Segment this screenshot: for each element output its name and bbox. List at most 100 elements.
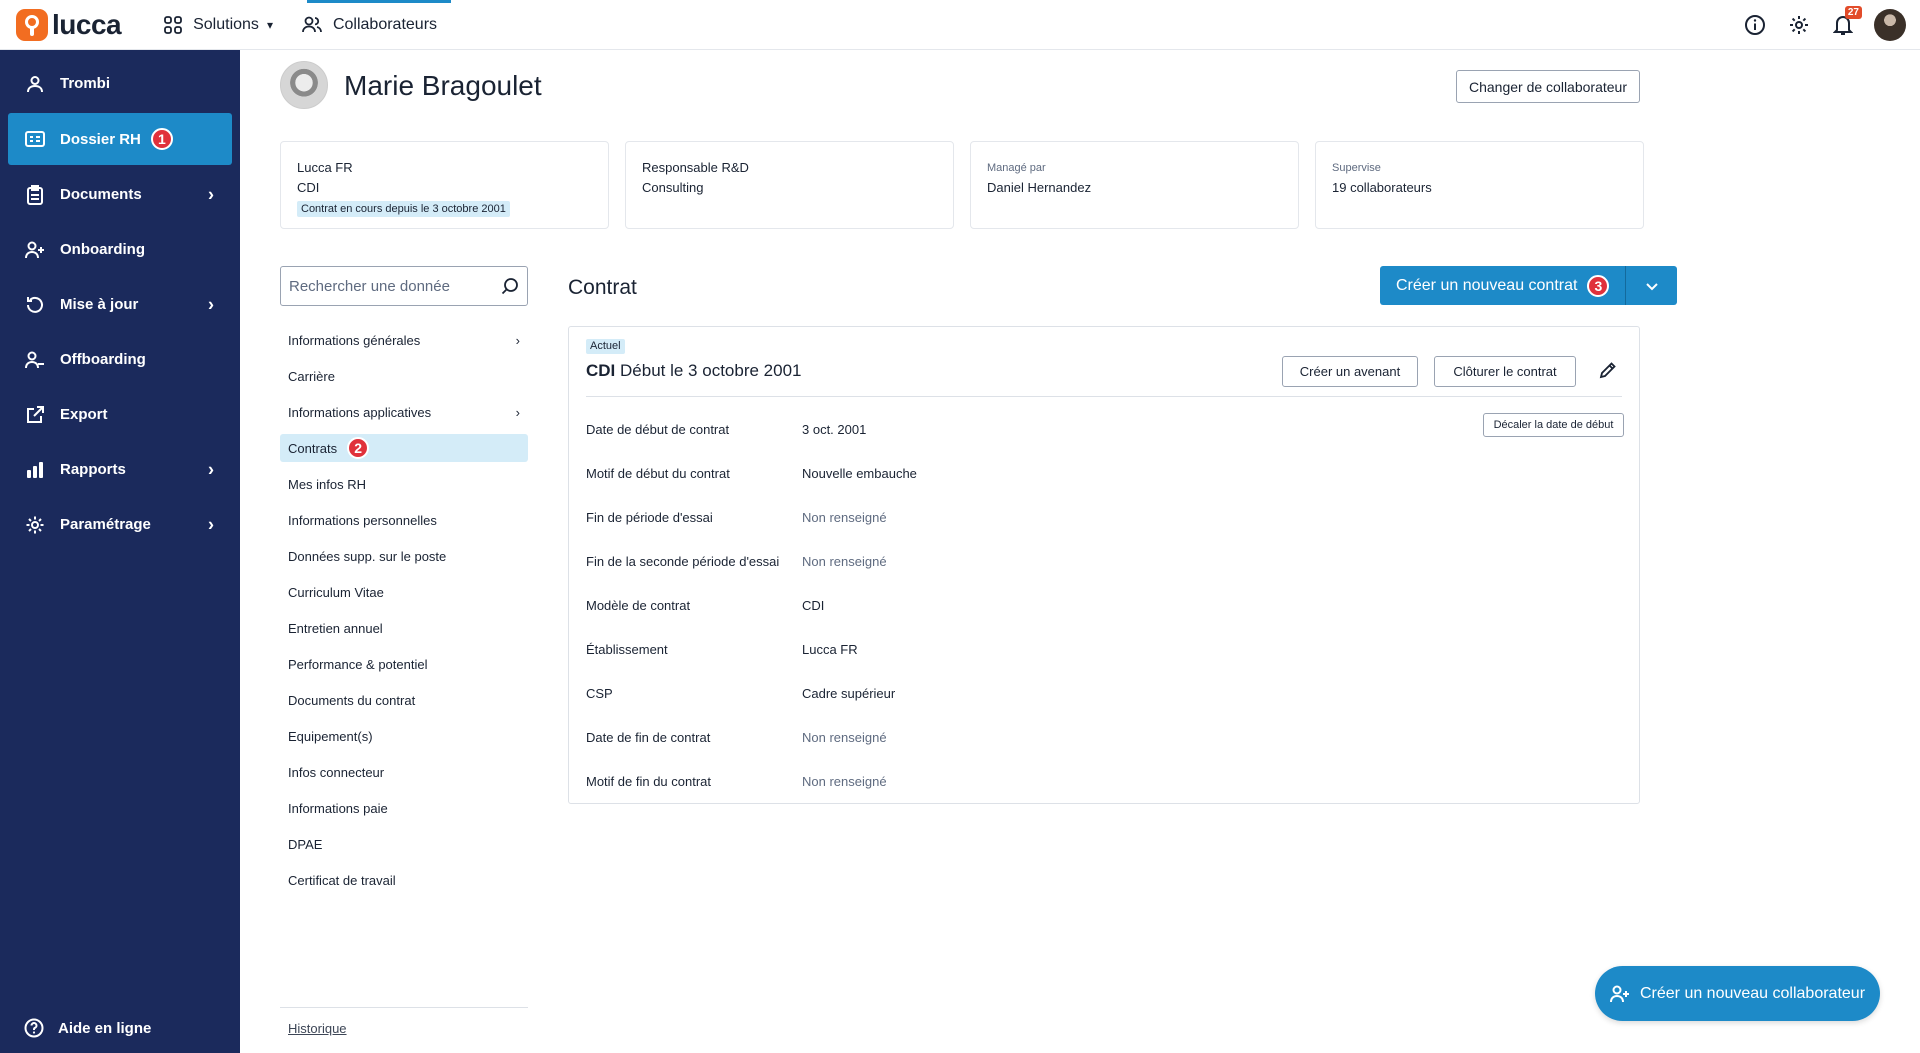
top-nav-collaborateurs[interactable]: Collaborateurs	[287, 0, 452, 50]
field-menu-item[interactable]: Informations applicatives ›	[280, 394, 528, 430]
chevron-down-icon	[1646, 278, 1658, 294]
sidebar-item-label: Offboarding	[60, 351, 146, 368]
divider	[280, 1007, 528, 1008]
field-menu-label: Curriculum Vitae	[288, 584, 384, 600]
help-label: Aide en ligne	[58, 1019, 152, 1037]
contract-field-row: Fin de période d'essai Non renseigné	[586, 495, 1486, 539]
create-contract-dropdown[interactable]	[1625, 266, 1678, 305]
field-menu-item[interactable]: Documents du contrat	[280, 682, 528, 718]
sidebar-item-onboarding[interactable]: Onboarding	[0, 222, 240, 277]
supervise-value[interactable]: 19 collaborateurs	[1332, 178, 1627, 198]
contract-card: Actuel CDI Début le 3 octobre 2001 Créer…	[568, 326, 1640, 804]
sidebar-item-label: Mise à jour	[60, 296, 139, 313]
lucca-logo[interactable]: lucca	[16, 8, 122, 41]
field-menu-item[interactable]: Carrière	[280, 358, 528, 394]
contract-type: CDI	[297, 180, 320, 195]
sidebar-item-offboarding[interactable]: Offboarding	[0, 332, 240, 387]
contract-heading: CDI Début le 3 octobre 2001	[586, 361, 801, 381]
manager-name[interactable]: Daniel Hernandez	[987, 178, 1282, 198]
summary-cards: Lucca FR CDI Contrat en cours depuis le …	[280, 141, 1644, 229]
field-menu-item[interactable]: DPAE	[280, 826, 528, 862]
sidebar-item-documents[interactable]: Documents ›	[0, 167, 240, 222]
create-amendment-button[interactable]: Créer un avenant	[1282, 356, 1418, 387]
search-icon[interactable]	[501, 277, 519, 295]
chevron-right-icon: ›	[208, 459, 214, 479]
contract-field-row: Motif de début du contrat Nouvelle embauc…	[586, 451, 1486, 495]
field-value: 3 oct. 2001	[802, 421, 867, 437]
help-circle-icon	[24, 1018, 44, 1038]
user-minus-icon	[24, 349, 46, 371]
notifications-bell-icon[interactable]: 27	[1830, 5, 1862, 38]
sidebar-item-label: Onboarding	[60, 241, 145, 258]
field-menu-item-contrats[interactable]: Contrats 2	[280, 434, 528, 462]
field-menu-item[interactable]: Informations générales ›	[280, 322, 528, 358]
settings-gear-icon[interactable]	[1786, 12, 1812, 38]
bar-chart-icon	[24, 459, 46, 481]
create-collaborator-button[interactable]: Créer un nouveau collaborateur	[1595, 966, 1880, 1021]
sidebar-item-dossier-rh[interactable]: Dossier RH 1	[8, 113, 232, 165]
top-nav-solutions-label: Solutions	[193, 15, 259, 33]
sidebar-item-export[interactable]: Export	[0, 387, 240, 442]
field-menu-label: Informations applicatives	[288, 404, 432, 420]
clipboard-icon	[24, 184, 46, 206]
field-value: Nouvelle embauche	[802, 465, 917, 481]
field-menu-item[interactable]: Données supp. sur le poste	[280, 538, 528, 574]
contract-section-title: Contrat	[568, 276, 637, 299]
chevron-down-icon: ▾	[266, 17, 273, 32]
field-label: Fin de période d'essai	[586, 509, 713, 525]
step-badge: 3	[1587, 274, 1610, 297]
field-label: Motif de début du contrat	[586, 465, 730, 481]
contract-status-badge: Contrat en cours depuis le 3 octobre 200…	[297, 201, 510, 217]
field-menu-item[interactable]: Informations personnelles	[280, 502, 528, 538]
contract-field-row: Modèle de contrat CDI	[586, 583, 1486, 627]
field-menu-item[interactable]: Infos connecteur	[280, 754, 528, 790]
sidebar-item-trombi[interactable]: Trombi	[0, 56, 240, 111]
shift-start-date-button[interactable]: Décaler la date de début	[1483, 413, 1624, 437]
top-nav: Solutions ▾ Collaborateurs	[149, 0, 452, 50]
step-badge: 1	[150, 128, 173, 150]
field-search-input[interactable]	[289, 277, 489, 295]
contract-field-row: Date de début de contrat 3 oct. 2001	[586, 407, 1486, 451]
field-label: CSP	[586, 685, 613, 701]
contract-field-row: CSP Cadre supérieur	[586, 671, 1486, 715]
top-right-actions: 27	[1742, 5, 1906, 41]
sidebar-item-label: Paramétrage	[60, 516, 151, 533]
field-menu-label: Mes infos RH	[288, 476, 367, 492]
history-link[interactable]: Historique	[288, 1021, 347, 1036]
info-icon[interactable]	[1742, 12, 1768, 38]
contract-field-row: Fin de la seconde période d'essai Non ren…	[586, 539, 1486, 583]
top-nav-solutions[interactable]: Solutions ▾	[149, 0, 287, 50]
step-badge: 2	[347, 437, 370, 459]
change-collaborator-button[interactable]: Changer de collaborateur	[1456, 70, 1640, 103]
sidebar-item-parametrage[interactable]: Paramétrage ›	[0, 497, 240, 552]
close-contract-button[interactable]: Clôturer le contrat	[1434, 356, 1576, 387]
help-link[interactable]: Aide en ligne	[24, 1018, 151, 1038]
field-menu-item[interactable]: Mes infos RH	[280, 466, 528, 502]
field-menu-label: Infos connecteur	[288, 764, 385, 780]
contract-field-row: Établissement Lucca FR	[586, 627, 1486, 671]
sidebar-item-rapports[interactable]: Rapports ›	[0, 442, 240, 497]
user-avatar[interactable]	[1874, 8, 1906, 41]
field-menu-item[interactable]: Curriculum Vitae	[280, 574, 528, 610]
manager-label: Managé par	[987, 162, 1046, 174]
sidebar-item-mise-a-jour[interactable]: Mise à jour ›	[0, 277, 240, 332]
field-menu-item[interactable]: Entretien annuel	[280, 610, 528, 646]
field-value: Non renseigné	[802, 509, 887, 525]
field-menu-item[interactable]: Performance & potentiel	[280, 646, 528, 682]
chevron-right-icon: ›	[208, 514, 214, 534]
field-value: Cadre supérieur	[802, 685, 896, 701]
create-collaborator-label: Créer un nouveau collaborateur	[1639, 984, 1866, 1002]
field-menu-item[interactable]: Informations paie	[280, 790, 528, 826]
field-menu-item[interactable]: Equipement(s)	[280, 718, 528, 754]
sidebar-item-label: Export	[60, 406, 108, 423]
supervise-card: Supervise 19 collaborateurs	[1315, 141, 1644, 229]
contract-heading-start: Début le 3 octobre 2001	[620, 361, 802, 380]
pencil-icon[interactable]	[1599, 361, 1617, 382]
field-menu-label: Informations générales	[288, 332, 421, 348]
field-search	[280, 266, 528, 306]
create-contract-button[interactable]: Créer un nouveau contrat 3	[1380, 266, 1626, 305]
gear-icon	[24, 514, 46, 536]
field-menu-item[interactable]: Certificat de travail	[280, 862, 528, 898]
job-card: Responsable R&D Consulting	[625, 141, 954, 229]
current-badge: Actuel	[586, 339, 625, 354]
